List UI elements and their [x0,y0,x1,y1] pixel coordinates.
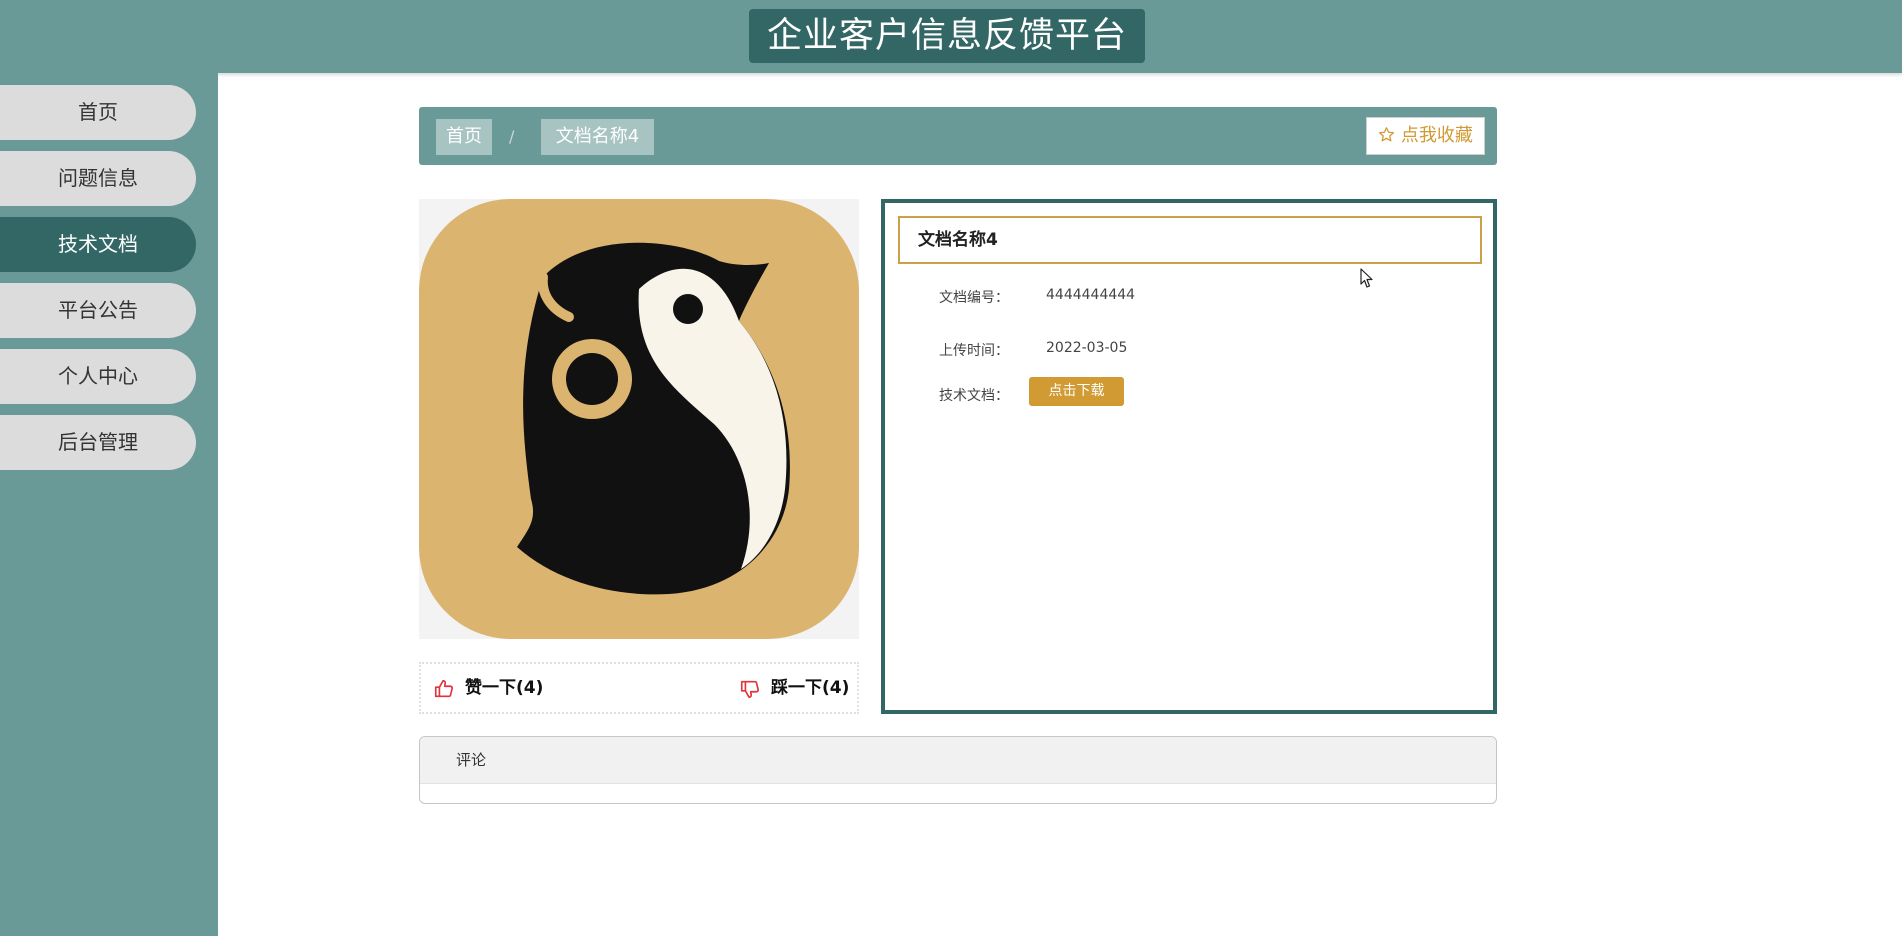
comments-panel: 评论 [419,736,1497,804]
star-outline-icon [1379,127,1395,142]
thumbs-down-icon [740,680,760,699]
breadcrumb: 首页 / 文档名称4 点我收藏 [419,107,1497,165]
sidebar-nav: 首页 问题信息 技术文档 平台公告 个人中心 后台管理 [0,73,218,936]
upload-time-value: 2022-03-05 [1046,340,1128,356]
sidebar-item-announcements[interactable]: 平台公告 [0,283,196,338]
site-title: 企业客户信息反馈平台 [749,9,1145,63]
breadcrumb-current[interactable]: 文档名称4 [541,119,654,155]
upload-time-label: 上传时间： [939,343,1009,359]
vote-bar: 赞一下(4) 踩一下(4) [419,662,859,714]
sidebar-item-admin[interactable]: 后台管理 [0,415,196,470]
favorite-button[interactable]: 点我收藏 [1366,117,1485,155]
top-header: 企业客户信息反馈平台 [0,0,1902,73]
sidebar-item-issues[interactable]: 问题信息 [0,151,196,206]
penguin-app-icon [419,199,859,639]
download-button[interactable]: 点击下载 [1029,377,1124,406]
doc-number-label: 文档编号： [939,290,1009,306]
sidebar-item-home[interactable]: 首页 [0,85,196,140]
sidebar-item-tech-docs[interactable]: 技术文档 [0,217,196,272]
favorite-label: 点我收藏 [1400,125,1473,146]
like-count-label: 赞一下(4) [465,678,544,698]
breadcrumb-separator: / [509,127,515,146]
thumbs-up-icon [434,679,454,698]
comments-title: 评论 [456,751,487,769]
comments-header: 评论 [420,737,1496,784]
document-info-panel: 文档名称4 文档编号： 4444444444 上传时间： 2022-03-05 … [881,199,1497,714]
doc-number-value: 4444444444 [1046,287,1136,303]
tech-doc-label: 技术文档： [939,388,1009,404]
sidebar-item-profile[interactable]: 个人中心 [0,349,196,404]
document-image [419,199,859,639]
breadcrumb-home[interactable]: 首页 [436,119,492,155]
dislike-count-label: 踩一下(4) [771,678,850,698]
document-title: 文档名称4 [898,216,1482,264]
mouse-cursor-icon [1360,268,1373,288]
